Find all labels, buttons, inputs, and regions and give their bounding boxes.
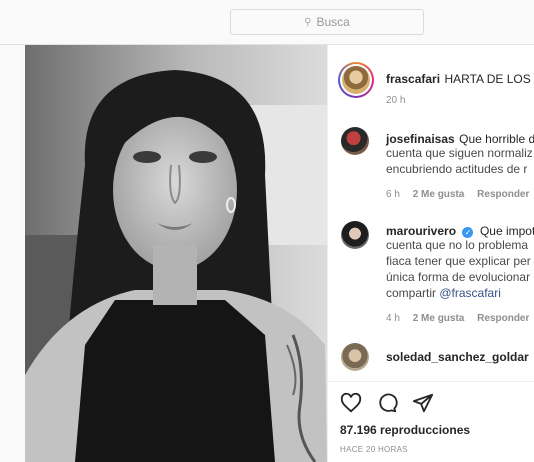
comment-last-line: compartir @frascafari [386, 286, 501, 300]
comment-username[interactable]: soledad_sanchez_goldar [386, 350, 529, 364]
comment-text: fiaca tener que explicar per [386, 254, 531, 268]
post-photo [25, 45, 327, 462]
comment-icon[interactable] [376, 392, 398, 419]
comment-first-line: soledad_sanchez_goldar E [386, 348, 534, 366]
comment-likes[interactable]: 2 Me gusta [413, 313, 465, 324]
comment-text: Que impote [479, 224, 534, 238]
post-time: 20 h [386, 95, 406, 106]
search-input[interactable]: ⚲ Busca [230, 9, 424, 35]
author-avatar[interactable] [338, 62, 374, 98]
search-icon: ⚲ [304, 16, 312, 28]
author-username[interactable]: frascafari [386, 72, 440, 86]
heart-icon[interactable] [340, 392, 362, 419]
comment-text: compartir [386, 286, 437, 300]
search-placeholder: Busca [316, 15, 350, 29]
divider [328, 381, 534, 382]
comment-meta: 6 h 2 Me gusta Responder [386, 189, 529, 200]
avatar-image [342, 66, 370, 94]
view-count[interactable]: 87.196 reproducciones [340, 423, 470, 437]
comment-username[interactable]: marourivero [386, 224, 456, 238]
comment-avatar[interactable] [341, 343, 369, 371]
comment-text: cuenta que siguen normaliz [386, 146, 533, 160]
comment-avatar[interactable] [341, 221, 369, 249]
verified-icon: ✓ [462, 227, 474, 238]
reply-button[interactable]: Responder [477, 313, 529, 324]
comment-time: 4 h [386, 313, 400, 324]
post-caption: HARTA DE LOS PA [444, 72, 534, 86]
caption-row: frascafari HARTA DE LOS PA [386, 70, 534, 88]
comment-text: única forma de evolucionar [386, 270, 531, 284]
comment-likes[interactable]: 2 Me gusta [413, 189, 465, 200]
mention-link[interactable]: @frascafari [439, 286, 501, 300]
comment-username[interactable]: josefinaisas [386, 132, 455, 146]
comment-time: 6 h [386, 189, 400, 200]
post-media[interactable] [25, 45, 327, 462]
comment-meta: 4 h 2 Me gusta Responder [386, 313, 529, 324]
comment-text: cuenta que no lo problema [386, 238, 529, 252]
comment-avatar[interactable] [341, 127, 369, 155]
share-icon[interactable] [412, 392, 434, 419]
post-date: HACE 20 HORAS [340, 445, 408, 454]
comment-text: Que horrible d [459, 132, 534, 146]
top-bar: ⚲ Busca [0, 0, 534, 45]
reply-button[interactable]: Responder [477, 189, 529, 200]
comment-text: encubriendo actitudes de r [386, 162, 528, 176]
